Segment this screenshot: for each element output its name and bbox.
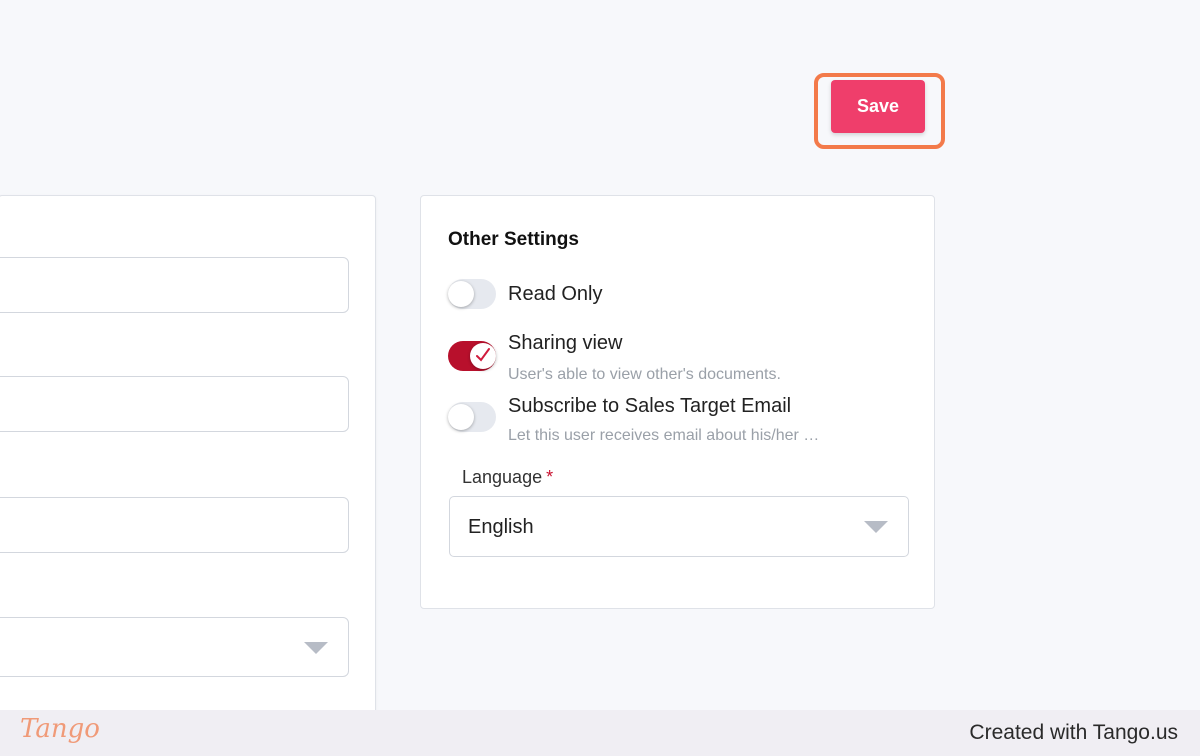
sales-target-email-label: Subscribe to Sales Target Email [508,395,792,417]
footer-credit: Created with Tango.us [969,721,1178,744]
toggle-knob [448,404,474,430]
read-only-label: Read Only [508,283,603,305]
required-mark: * [546,467,554,487]
sharing-view-description: User's able to view other's documents. [508,366,781,383]
card-title: Other Settings [448,229,579,250]
toggle-knob [470,343,496,369]
language-label-text: Language [462,467,543,487]
form-field-1[interactable] [0,257,349,313]
other-settings-card: Other Settings Read Only Sharing view Us… [420,195,935,609]
form-select-field[interactable] [0,617,349,677]
profile-form-card [0,195,376,725]
sales-target-email-toggle[interactable] [448,402,496,432]
language-select[interactable]: English [449,496,909,557]
language-selected-value: English [468,516,534,538]
tango-logo: Tango [20,714,100,744]
sales-target-email-description: Let this user receives email about his/h… [508,427,823,444]
chevron-down-icon [304,642,328,654]
chevron-down-icon [864,521,888,533]
language-label: Language * [462,467,553,488]
check-icon [476,348,490,362]
form-field-2[interactable] [0,376,349,432]
form-field-3[interactable] [0,497,349,553]
sharing-view-label: Sharing view [508,332,623,354]
toggle-knob [448,281,474,307]
read-only-toggle[interactable] [448,279,496,309]
sharing-view-toggle[interactable] [448,341,496,371]
save-button[interactable]: Save [831,80,925,133]
footer: Tango Created with Tango.us [0,710,1200,756]
